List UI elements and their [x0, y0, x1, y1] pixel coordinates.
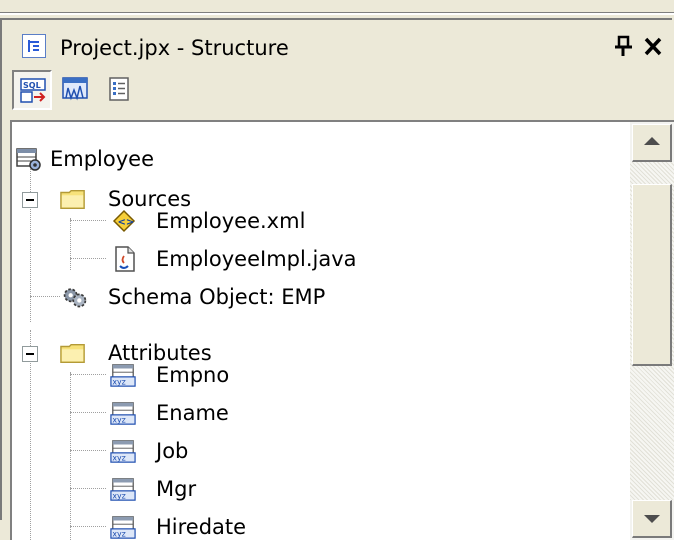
tree-node-label: EmployeeImpl.java	[156, 247, 357, 271]
tree-node-attribute[interactable]: xyz Job	[12, 432, 612, 470]
close-icon[interactable]	[642, 34, 664, 58]
pin-icon[interactable]	[612, 34, 634, 58]
tree-node-attribute[interactable]: xyz Hiredate	[12, 508, 612, 540]
structure-panel: Project.jpx - Structure SQL Employee Sou…	[0, 18, 674, 540]
svg-text:xyz: xyz	[112, 492, 125, 501]
attribute-icon: xyz	[110, 516, 136, 539]
scroll-down-button[interactable]	[632, 500, 672, 538]
tree-node-label: Mgr	[156, 477, 197, 501]
xml-file-icon: <>	[112, 209, 136, 233]
scrollbar-thumb[interactable]	[632, 184, 672, 366]
panel-toolbar: SQL	[10, 68, 670, 114]
chevron-down-icon	[644, 515, 660, 523]
list-view-button[interactable]	[100, 70, 140, 110]
tree-node-label: Ename	[156, 401, 229, 425]
tree-node-attribute[interactable]: xyz Mgr	[12, 470, 612, 508]
tree-node-attribute[interactable]: xyz Empno	[12, 356, 612, 394]
diagram-view-icon	[62, 77, 88, 101]
tree-node-attribute[interactable]: xyz Ename	[12, 394, 612, 432]
vertical-scrollbar[interactable]	[630, 122, 674, 540]
svg-text:SQL: SQL	[23, 81, 41, 90]
structure-tree[interactable]: Employee Sources <> Employee.xml Employe…	[10, 120, 674, 540]
chevron-up-icon	[644, 137, 660, 145]
tree-node-label: Schema Object: EMP	[108, 285, 326, 309]
tree-node-root[interactable]: Employee	[12, 140, 612, 178]
list-view-icon	[109, 77, 129, 101]
java-file-icon	[115, 246, 135, 272]
sql-view-button[interactable]: SQL	[12, 70, 52, 110]
diagram-view-button[interactable]	[56, 70, 96, 110]
tree-node-schema-object[interactable]: Schema Object: EMP	[12, 278, 612, 316]
tree-node-label: Employee	[50, 147, 155, 171]
svg-text:xyz: xyz	[112, 454, 125, 463]
gears-icon	[63, 288, 87, 308]
sql-view-icon: SQL	[20, 78, 46, 103]
attribute-icon: xyz	[110, 440, 136, 463]
tree-node-label: Empno	[156, 363, 230, 387]
structure-icon	[22, 34, 46, 58]
attribute-icon: xyz	[110, 478, 136, 501]
svg-text:xyz: xyz	[112, 416, 125, 425]
entity-object-icon	[16, 148, 41, 171]
svg-text:xyz: xyz	[112, 378, 125, 387]
attribute-icon: xyz	[110, 364, 136, 387]
tree-node-employee-xml[interactable]: <> Employee.xml	[12, 202, 612, 240]
top-edge	[0, 0, 674, 15]
panel-titlebar: Project.jpx - Structure	[10, 28, 670, 68]
svg-text:<>: <>	[118, 217, 135, 228]
tree-node-employeeimpl-java[interactable]: EmployeeImpl.java	[12, 240, 612, 278]
tree-node-label: Job	[156, 439, 189, 463]
svg-text:xyz: xyz	[112, 530, 125, 539]
scroll-up-button[interactable]	[632, 124, 672, 162]
panel-title: Project.jpx - Structure	[60, 36, 289, 60]
tree-node-label: Employee.xml	[156, 209, 306, 233]
tree-node-label: Hiredate	[156, 515, 247, 539]
attribute-icon: xyz	[110, 402, 136, 425]
